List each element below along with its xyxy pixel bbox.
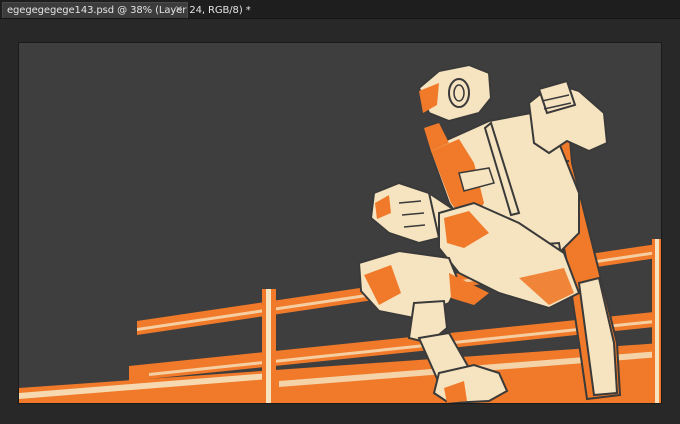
photoshop-window: egegegegege143.psd @ 38% (Layer 24, RGB/… <box>0 0 680 424</box>
close-icon[interactable]: × <box>175 4 183 16</box>
document-tab-bar: egegegegege143.psd @ 38% (Layer 24, RGB/… <box>0 0 680 19</box>
workspace-pasteboard[interactable] <box>0 19 680 424</box>
document-tab-title: egegegegege143.psd @ 38% (Layer 24, RGB/… <box>7 5 251 16</box>
document-tab[interactable]: egegegegege143.psd @ 38% (Layer 24, RGB/… <box>2 2 251 18</box>
document-canvas[interactable] <box>19 43 661 403</box>
artwork-illustration <box>19 43 661 403</box>
